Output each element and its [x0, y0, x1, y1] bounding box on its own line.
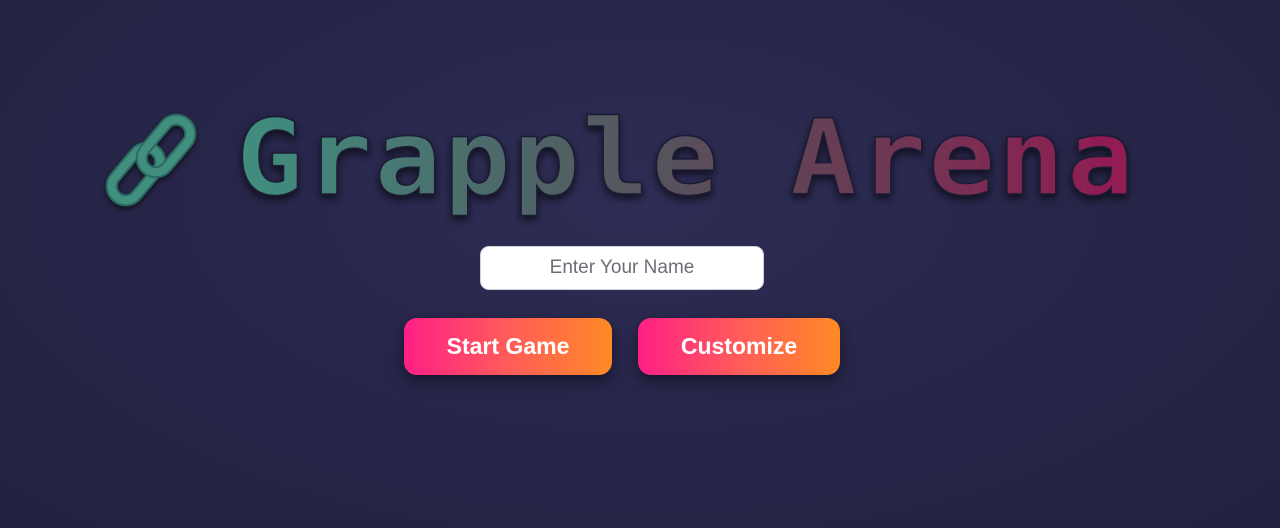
- chain-link-icon: [105, 113, 197, 207]
- player-name-input[interactable]: [480, 246, 764, 290]
- customize-button[interactable]: Customize: [638, 318, 840, 375]
- title-wordmark: Grapple Arena: [235, 96, 1135, 220]
- game-title: Grapple Arena: [96, 96, 1156, 224]
- start-game-button[interactable]: Start Game: [404, 318, 612, 375]
- title-text: Grapple Arena: [236, 97, 1136, 219]
- main-menu-screen: Grapple Arena Start Game Customize: [0, 0, 1280, 528]
